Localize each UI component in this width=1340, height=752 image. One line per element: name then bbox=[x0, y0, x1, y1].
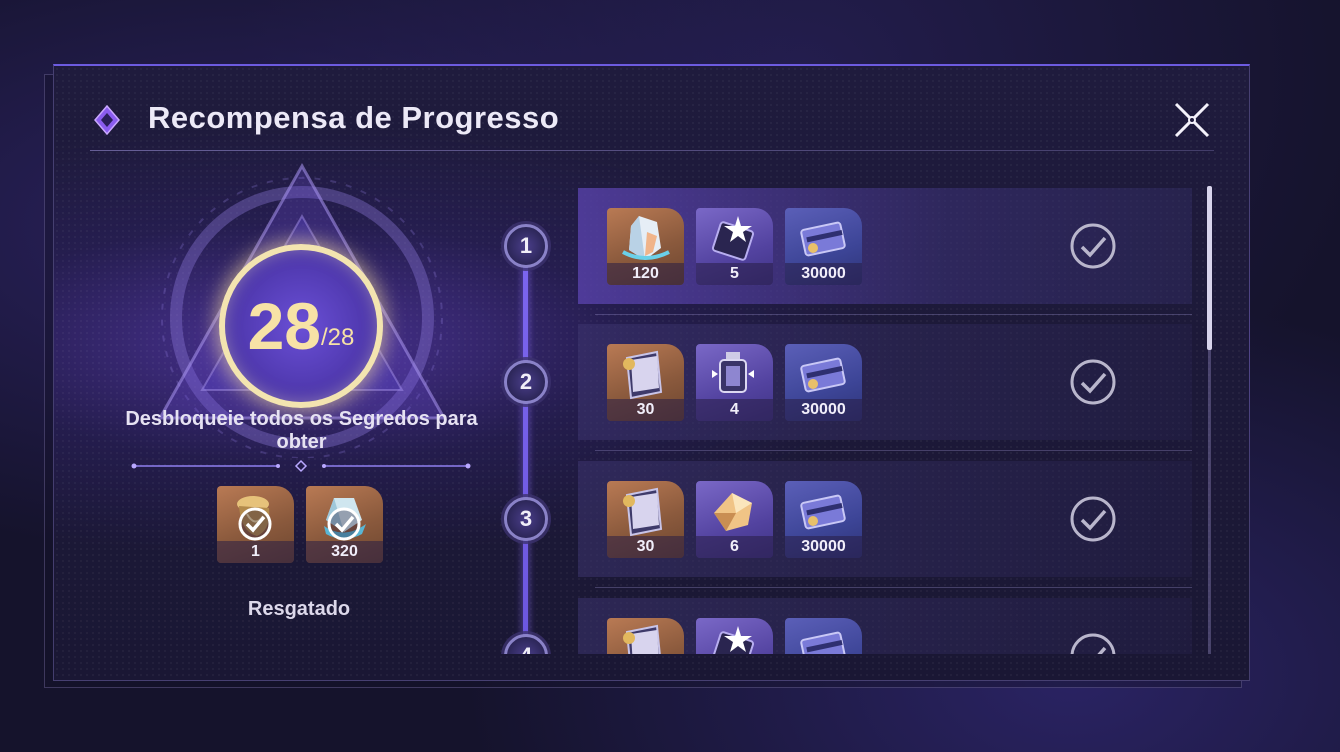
book-icon bbox=[623, 487, 663, 537]
claimed-check-icon bbox=[1070, 633, 1116, 654]
lantern-icon bbox=[712, 352, 754, 393]
row-divider bbox=[595, 314, 1192, 315]
book-icon bbox=[623, 350, 663, 400]
row-divider bbox=[595, 450, 1192, 451]
reward-qty: 30000 bbox=[785, 536, 862, 558]
credit-card-icon bbox=[800, 221, 846, 257]
reward-qty: 30 bbox=[607, 399, 684, 421]
tier-rewards: 30 4 30000 bbox=[607, 344, 862, 421]
claimed-check-icon bbox=[1070, 496, 1116, 542]
reward-tile[interactable]: 30000 bbox=[785, 481, 862, 558]
tier-rewards: 30 6 30000 bbox=[607, 481, 862, 558]
tier-node: 3 bbox=[504, 497, 548, 541]
reward-tile[interactable]: 120 bbox=[607, 208, 684, 285]
tier-node: 1 bbox=[504, 224, 548, 268]
reward-qty: 30000 bbox=[785, 399, 862, 421]
reward-tile[interactable]: 30000 bbox=[785, 208, 862, 285]
reward-tile[interactable]: 6 bbox=[696, 481, 773, 558]
reward-qty: 120 bbox=[607, 263, 684, 285]
crystal-shard-icon bbox=[622, 216, 670, 260]
reward-tile[interactable]: 4 bbox=[696, 344, 773, 421]
tier-list[interactable]: 120 5 30000 30 4 30000 30 6 30000 1 2 3 bbox=[54, 66, 1249, 654]
reward-tile[interactable]: 30000 bbox=[785, 344, 862, 421]
tier-row[interactable]: 30 6 30000 bbox=[578, 461, 1192, 577]
gold-ore-icon bbox=[714, 493, 752, 531]
reward-qty: 30000 bbox=[785, 263, 862, 285]
tier-rewards bbox=[607, 618, 862, 654]
scrollbar-thumb[interactable] bbox=[1207, 186, 1212, 350]
star-ticket-icon bbox=[711, 626, 755, 654]
reward-tile[interactable] bbox=[607, 618, 684, 654]
claimed-check-icon bbox=[1070, 359, 1116, 405]
tier-row[interactable]: 120 5 30000 bbox=[578, 188, 1192, 304]
reward-qty: 6 bbox=[696, 536, 773, 558]
reward-tile[interactable]: 30 bbox=[607, 481, 684, 558]
reward-tile[interactable] bbox=[696, 618, 773, 654]
tier-node: 2 bbox=[504, 360, 548, 404]
reward-tile[interactable] bbox=[785, 618, 862, 654]
tier-node: 4 bbox=[504, 634, 548, 654]
reward-qty: 30 bbox=[607, 536, 684, 558]
tier-rewards: 120 5 30000 bbox=[607, 208, 862, 285]
credit-card-icon bbox=[800, 631, 846, 654]
reward-tile[interactable]: 30 bbox=[607, 344, 684, 421]
tier-row[interactable]: 30 4 30000 bbox=[578, 324, 1192, 440]
book-icon bbox=[623, 624, 661, 654]
row-divider bbox=[595, 587, 1192, 588]
credit-card-icon bbox=[800, 357, 846, 393]
credit-card-icon bbox=[800, 494, 846, 530]
reward-qty: 5 bbox=[696, 263, 773, 285]
claimed-check-icon bbox=[1070, 223, 1116, 269]
timeline-track bbox=[523, 246, 528, 654]
reward-qty: 4 bbox=[696, 399, 773, 421]
reward-tile[interactable]: 5 bbox=[696, 208, 773, 285]
star-ticket-icon bbox=[711, 216, 755, 261]
progress-reward-panel: Recompensa de Progresso 28 /28 Desbloque… bbox=[53, 64, 1250, 681]
tier-row[interactable] bbox=[578, 598, 1192, 654]
